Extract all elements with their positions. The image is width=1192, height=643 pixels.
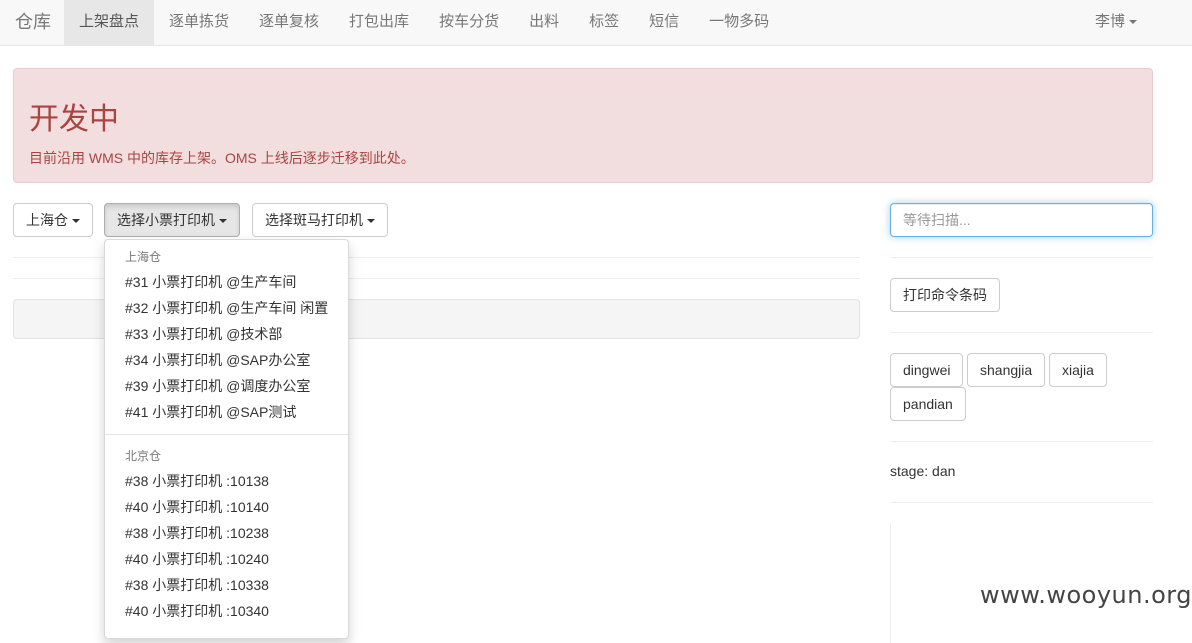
printer-option[interactable]: #40 小票打印机 :10340 — [105, 598, 348, 624]
caret-down-icon — [1129, 20, 1137, 25]
command-button-shangjia[interactable]: shangjia — [967, 353, 1046, 387]
nav-item[interactable]: 短信 — [634, 0, 694, 46]
divider — [890, 257, 1153, 258]
alert-title: 开发中 — [29, 103, 119, 136]
user-name: 李博 — [1094, 13, 1125, 30]
warehouse-select-button[interactable]: 上海仓 — [13, 203, 93, 237]
user-menu[interactable]: 李博 — [1095, 0, 1137, 46]
dropdown-group-header: 北京仓 — [125, 449, 162, 463]
zebra-printer-select-button[interactable]: 选择斑马打印机 — [252, 203, 388, 237]
development-alert: 开发中 目前沿用 WMS 中的库存上架。OMS 上线后逐步迁移到此处。 — [13, 68, 1153, 183]
stage-label: stage: dan — [890, 463, 956, 479]
printer-option[interactable]: #32 小票打印机 @生产车间 闲置 — [105, 295, 348, 321]
caret-down-icon — [367, 219, 375, 224]
printer-option[interactable]: #41 小票打印机 @SAP测试 — [105, 399, 348, 425]
receipt-printer-dropdown-menu: 上海仓 #31 小票打印机 @生产车间 #32 小票打印机 @生产车间 闲置 #33 … — [104, 239, 349, 639]
printer-option[interactable]: #40 小票打印机 :10240 — [105, 546, 348, 572]
zebra-printer-select-label: 选择斑马打印机 — [265, 212, 363, 228]
brand-link[interactable]: 仓库 — [15, 0, 51, 46]
dropdown-divider — [105, 434, 348, 435]
receipt-printer-select-label: 选择小票打印机 — [117, 212, 215, 228]
scan-input[interactable] — [890, 203, 1153, 237]
printer-option[interactable]: #39 小票打印机 @调度办公室 — [105, 373, 348, 399]
divider — [890, 332, 1153, 333]
divider — [890, 502, 1153, 503]
warehouse-select-label: 上海仓 — [26, 212, 68, 228]
printer-option[interactable]: #33 小票打印机 @技术部 — [105, 321, 348, 347]
caret-down-icon — [72, 219, 80, 224]
nav-item[interactable]: 标签 — [574, 0, 634, 46]
printer-option[interactable]: #34 小票打印机 @SAP办公室 — [105, 347, 348, 373]
nav-item[interactable]: 打包出库 — [334, 0, 424, 46]
printer-option[interactable]: #31 小票打印机 @生产车间 — [105, 269, 348, 295]
dropdown-group-header: 上海仓 — [125, 250, 162, 264]
nav-item[interactable]: 上架盘点 — [64, 0, 155, 46]
main-nav: 上架盘点 逐单拣货 逐单复核 打包出库 按车分货 出料 标签 短信 一物多码 — [64, 0, 784, 46]
divider — [890, 441, 1153, 442]
caret-down-icon — [219, 219, 227, 224]
command-button-xiajia[interactable]: xiajia — [1049, 353, 1107, 387]
nav-item[interactable]: 按车分货 — [424, 0, 514, 46]
top-navbar: 仓库 上架盘点 逐单拣货 逐单复核 打包出库 按车分货 出料 标签 短信 一物多码 李博 — [0, 0, 1192, 46]
nav-item[interactable]: 一物多码 — [694, 0, 784, 46]
print-command-barcode-button[interactable]: 打印命令条码 — [890, 278, 1000, 312]
command-button-pandian[interactable]: pandian — [890, 387, 966, 421]
alert-message: 目前沿用 WMS 中的库存上架。OMS 上线后逐步迁移到此处。 — [29, 150, 415, 166]
command-button-dingwei[interactable]: dingwei — [890, 353, 964, 387]
nav-item[interactable]: 出料 — [514, 0, 574, 46]
printer-option[interactable]: #40 小票打印机 :10140 — [105, 494, 348, 520]
printer-option[interactable]: #38 小票打印机 :10138 — [105, 468, 348, 494]
nav-item[interactable]: 逐单复核 — [244, 0, 334, 46]
nav-item[interactable]: 逐单拣货 — [154, 0, 244, 46]
printer-option[interactable]: #38 小票打印机 :10338 — [105, 572, 348, 598]
receipt-printer-select-button[interactable]: 选择小票打印机 — [104, 203, 240, 237]
printer-option[interactable]: #38 小票打印机 :10238 — [105, 520, 348, 546]
watermark: www.wooyun.org — [980, 576, 1192, 623]
